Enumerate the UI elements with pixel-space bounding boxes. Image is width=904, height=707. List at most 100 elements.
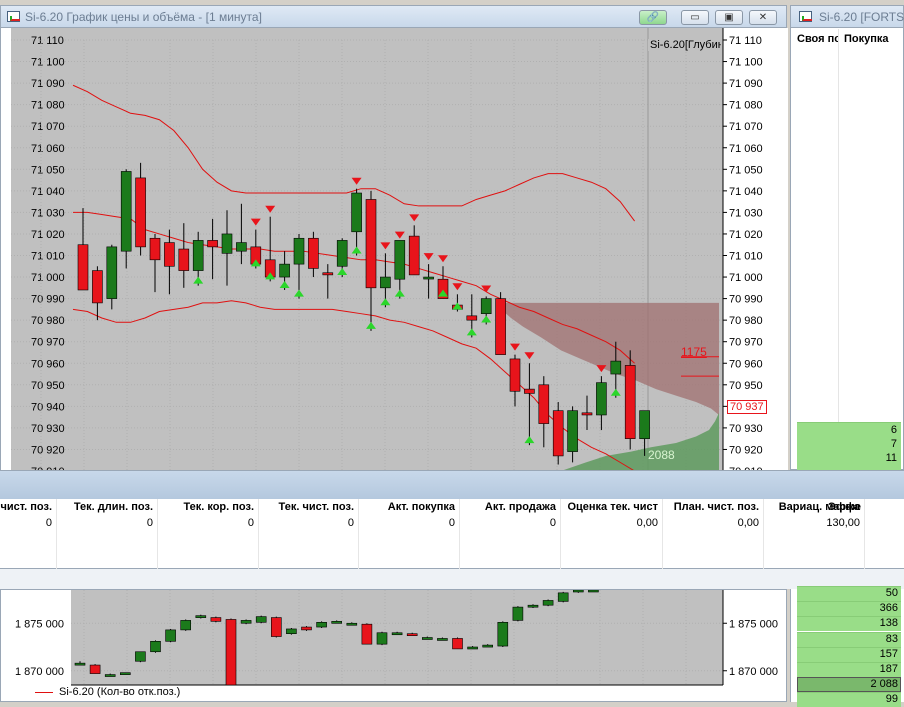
link-button[interactable]: 🔗 bbox=[639, 10, 667, 25]
candle-body bbox=[149, 237, 161, 261]
y-tick-label-right: 70 970 bbox=[729, 337, 763, 349]
candle-body bbox=[308, 237, 319, 269]
volume-cell[interactable]: 366 bbox=[880, 602, 898, 614]
oi-tick-label: 1 870 000 bbox=[15, 666, 64, 678]
y-tick-label-right: 71 060 bbox=[729, 143, 763, 155]
candle-body bbox=[581, 412, 593, 416]
candle-body bbox=[106, 246, 118, 299]
close-button[interactable]: ✕ bbox=[749, 10, 777, 25]
y-tick-label: 71 010 bbox=[31, 251, 65, 263]
col-header[interactable]: чист. поз. bbox=[0, 501, 52, 513]
volume-cell[interactable]: 157 bbox=[880, 648, 898, 660]
minimize-button[interactable]: ▭ bbox=[681, 10, 709, 25]
candle-body bbox=[77, 244, 89, 291]
price-chart-titlebar[interactable]: Si-6.20 График цены и объёма - [1 минута… bbox=[1, 6, 786, 28]
oi-candle-body bbox=[240, 620, 252, 624]
oi-candle-body bbox=[406, 633, 418, 637]
volume-cell[interactable]: 2 088 bbox=[870, 678, 898, 690]
col-divider bbox=[258, 499, 259, 569]
oi-legend-line bbox=[35, 691, 53, 693]
col-divider bbox=[157, 499, 158, 569]
y-tick-label: 71 090 bbox=[31, 78, 65, 90]
oi-candle-body bbox=[346, 622, 358, 626]
volume-cell[interactable]: 99 bbox=[886, 693, 898, 705]
col-header[interactable]: Акт. покупка bbox=[358, 501, 455, 513]
y-tick-label: 70 920 bbox=[31, 444, 65, 456]
candle-body bbox=[365, 199, 377, 289]
col-header[interactable]: Акт. продажа bbox=[459, 501, 556, 513]
volume-cell[interactable]: 50 bbox=[886, 587, 898, 599]
position-value: 0,00 bbox=[737, 517, 759, 529]
y-tick-label-right: 71 050 bbox=[729, 164, 763, 176]
y-tick-label: 70 950 bbox=[31, 380, 65, 392]
y-tick-label: 71 100 bbox=[31, 57, 65, 69]
candle-body bbox=[466, 315, 478, 321]
y-tick-label: 70 980 bbox=[31, 315, 65, 327]
col-header[interactable]: Тек. чист. поз. bbox=[258, 501, 354, 513]
oi-candle-body bbox=[74, 662, 86, 666]
y-tick-label-right: 70 920 bbox=[729, 444, 763, 456]
panel-separator bbox=[0, 470, 904, 500]
y-tick-label: 71 000 bbox=[31, 272, 65, 284]
col-header[interactable]: Оценка тек. чист bbox=[560, 501, 658, 513]
bid-row[interactable]: 7 bbox=[891, 438, 897, 450]
left-margin bbox=[1, 28, 11, 471]
col-header[interactable]: Эффе bbox=[828, 501, 864, 513]
y-tick-label: 70 930 bbox=[31, 423, 65, 435]
y-tick-label: 71 040 bbox=[31, 186, 65, 198]
candle-body bbox=[596, 382, 607, 416]
oi-candle-body bbox=[120, 672, 131, 675]
y-tick-label: 71 080 bbox=[31, 100, 65, 112]
col-bid: Покупка bbox=[844, 33, 889, 45]
order-book-titlebar[interactable]: Si-6.20 [FORTS] bbox=[791, 6, 904, 28]
oi-candle-body bbox=[89, 664, 101, 674]
oi-candle-body bbox=[588, 590, 599, 593]
oi-chart-window: 1 875 000 1 875 000 1 870 000 1 870 000 Si-… bbox=[0, 589, 787, 702]
price-chart-title: Si-6.20 График цены и объёма - [1 минута… bbox=[25, 10, 262, 24]
y-tick-label: 71 060 bbox=[31, 143, 65, 155]
price-chart[interactable]: 71 110 71 110 71 100 71 100 71 090 71 090 71 0… bbox=[1, 28, 788, 471]
candle-body bbox=[236, 242, 247, 252]
oi-candle-body bbox=[376, 632, 388, 645]
candle-body bbox=[567, 410, 578, 452]
col-header[interactable]: План. чист. поз. bbox=[662, 501, 759, 513]
col-divider bbox=[358, 499, 359, 569]
y-tick-label-right: 71 000 bbox=[729, 272, 763, 284]
y-tick-label-right: 71 080 bbox=[729, 100, 763, 112]
y-tick-label: 70 960 bbox=[31, 358, 65, 370]
y-tick-label-right: 70 980 bbox=[729, 315, 763, 327]
candle-body bbox=[351, 192, 362, 233]
col-header[interactable]: Тек. кор. поз. bbox=[157, 501, 254, 513]
volume-cell[interactable]: 83 bbox=[886, 633, 898, 645]
y-tick-label-right: 71 020 bbox=[729, 229, 763, 241]
bid-row[interactable]: 6 bbox=[891, 424, 897, 436]
oi-candle-body bbox=[270, 617, 282, 637]
position-value: 0 bbox=[45, 517, 52, 529]
oi-candle-body bbox=[135, 651, 146, 662]
oi-tick-label-right: 1 870 000 bbox=[729, 666, 778, 678]
candle-body bbox=[423, 276, 434, 280]
col-divider bbox=[763, 499, 764, 569]
oi-candle-body bbox=[421, 637, 433, 640]
bid-row[interactable]: 11 bbox=[886, 452, 897, 464]
y-tick-label: 70 990 bbox=[31, 294, 65, 306]
y-tick-label: 70 940 bbox=[31, 401, 65, 413]
oi-candle-body bbox=[512, 606, 524, 621]
positions-table: чист. поз. 0 Тек. длин. поз. 0 Тек. кор. поз… bbox=[0, 499, 904, 569]
y-tick-label-right: 71 110 bbox=[729, 35, 762, 47]
oi-legend-label: Si-6.20 (Кол-во отк.поз.) bbox=[59, 686, 181, 698]
ask-volume-label: 1175 bbox=[681, 345, 707, 359]
volume-cell[interactable]: 187 bbox=[880, 663, 898, 675]
oi-candle-body bbox=[557, 592, 569, 602]
y-tick-label-right: 71 040 bbox=[729, 186, 763, 198]
maximize-button[interactable]: ▣ bbox=[715, 10, 743, 25]
y-tick-label-right: 71 090 bbox=[729, 78, 763, 90]
candle-body bbox=[524, 388, 535, 394]
col-header[interactable]: Тек. длин. поз. bbox=[56, 501, 153, 513]
candle-body bbox=[408, 235, 420, 276]
chart-window-icon bbox=[7, 11, 20, 22]
candle-body bbox=[552, 410, 564, 457]
volume-cell[interactable]: 138 bbox=[880, 617, 898, 629]
col-divider bbox=[459, 499, 460, 569]
oi-candle-body bbox=[467, 646, 478, 650]
